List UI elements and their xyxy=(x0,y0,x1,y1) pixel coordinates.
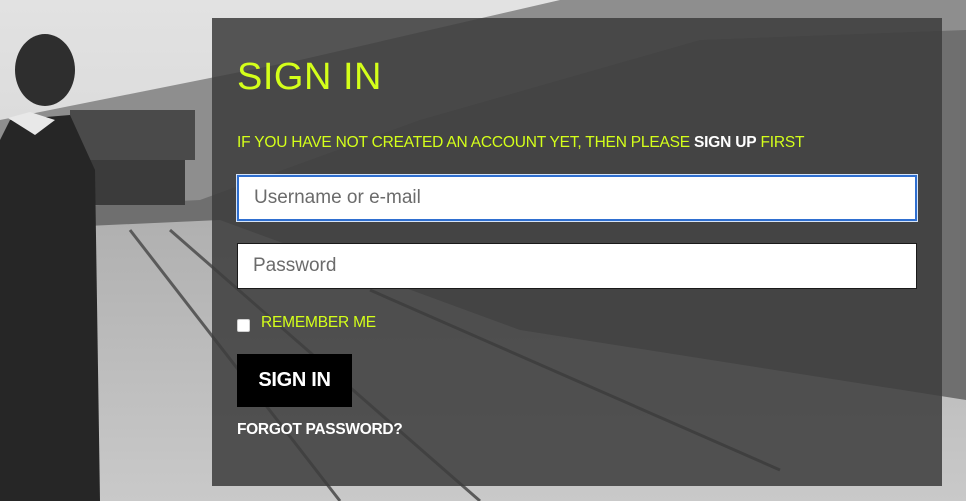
signin-panel: SIGN IN IF YOU HAVE NOT CREATED AN ACCOU… xyxy=(212,18,942,486)
password-input[interactable] xyxy=(237,243,917,289)
notice-suffix: FIRST xyxy=(756,134,805,151)
signin-button[interactable]: SIGN IN xyxy=(237,354,352,407)
remember-me-row: REMEMBER ME xyxy=(237,314,376,332)
page: SIGN IN IF YOU HAVE NOT CREATED AN ACCOU… xyxy=(0,0,966,501)
forgot-password-link[interactable]: FORGOT PASSWORD? xyxy=(237,421,403,439)
signup-notice: IF YOU HAVE NOT CREATED AN ACCOUNT YET, … xyxy=(237,134,804,152)
signup-link[interactable]: SIGN UP xyxy=(694,134,757,151)
notice-prefix: IF YOU HAVE NOT CREATED AN ACCOUNT YET, … xyxy=(237,134,695,151)
remember-me-checkbox[interactable] xyxy=(237,318,250,332)
page-title: SIGN IN xyxy=(237,56,382,98)
username-input[interactable] xyxy=(237,175,917,221)
remember-me-label[interactable]: REMEMBER ME xyxy=(261,314,376,332)
